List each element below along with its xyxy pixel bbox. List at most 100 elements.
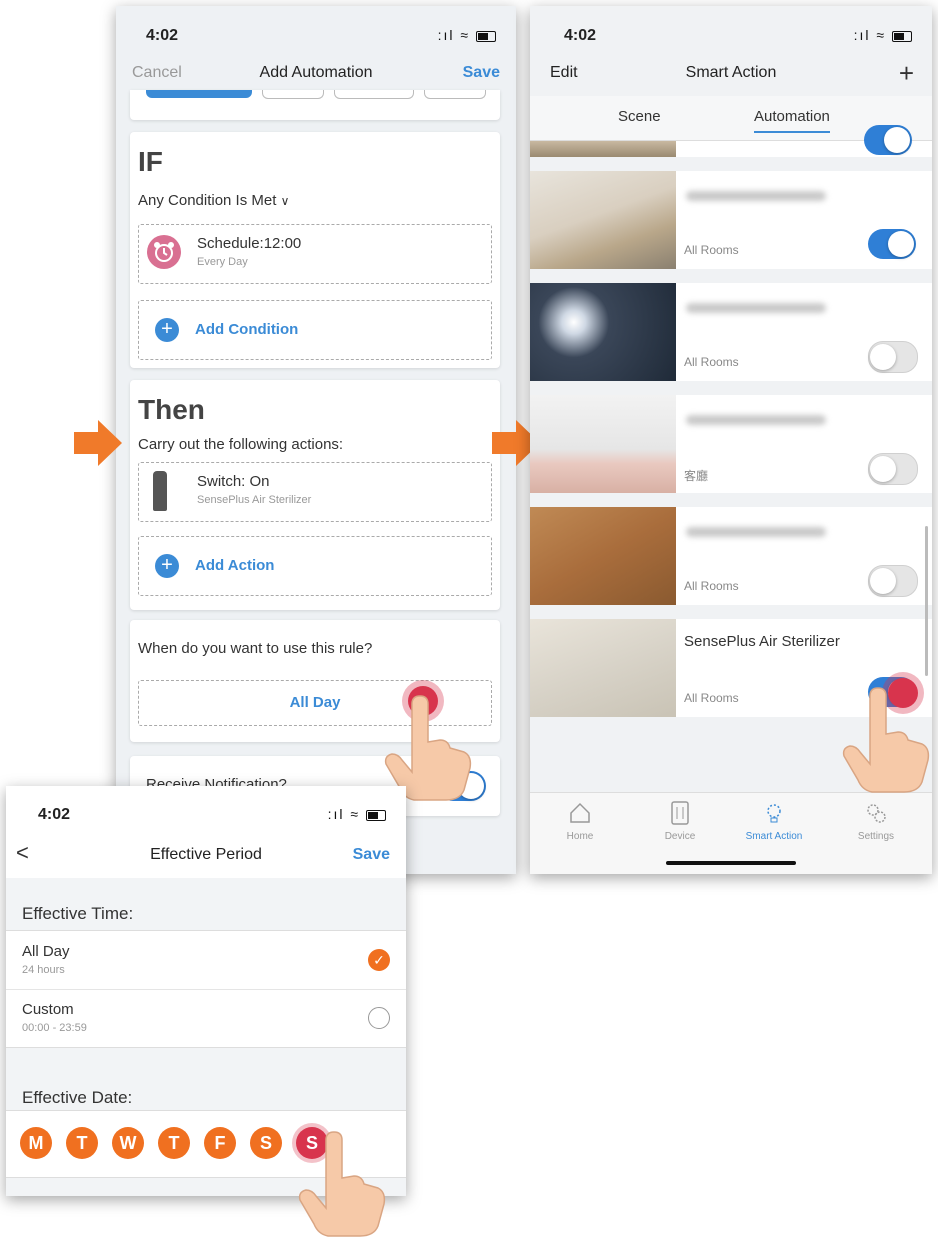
day-saturday[interactable]: S — [250, 1127, 282, 1159]
home-indicator — [666, 861, 796, 865]
tab-automation[interactable]: Automation — [754, 108, 830, 133]
page-title: Smart Action — [685, 64, 777, 81]
item-room: All Rooms — [684, 355, 739, 369]
action-item[interactable]: Switch: On SensePlus Air Sterilizer — [138, 462, 492, 522]
device-icon — [671, 801, 689, 825]
if-heading: IF — [138, 146, 163, 177]
status-icons: :ıl ≈ — [328, 806, 386, 822]
checkmark-icon: ✓ — [368, 949, 390, 971]
list-item[interactable]: All Rooms — [530, 283, 932, 381]
scene-thumbnail — [530, 171, 676, 269]
top-segment-card — [130, 90, 500, 120]
status-time: 4:02 — [38, 806, 71, 823]
option-all-day[interactable]: All Day 24 hours ✓ — [6, 931, 406, 990]
schedule-condition[interactable]: Schedule:12:00 Every Day — [138, 224, 492, 284]
then-heading: Then — [138, 394, 205, 425]
add-condition-label: Add Condition — [195, 321, 299, 338]
status-icons: :ıl ≈ — [854, 27, 912, 43]
schedule-subtitle: Every Day — [197, 256, 248, 268]
segment-option[interactable] — [334, 90, 414, 99]
alarm-clock-icon — [147, 235, 181, 269]
item-room: All Rooms — [684, 579, 739, 593]
item-room: 客廳 — [684, 469, 709, 483]
then-subtitle: Carry out the following actions: — [138, 436, 344, 453]
tab-scene[interactable]: Scene — [618, 108, 661, 125]
action-title: Switch: On — [197, 473, 270, 490]
plus-icon: + — [155, 554, 179, 578]
day-wednesday[interactable]: W — [112, 1127, 144, 1159]
blurred-title — [686, 527, 826, 537]
radio-empty-icon — [368, 1007, 390, 1029]
scene-thumbnail — [530, 141, 676, 157]
automation-toggle[interactable] — [868, 453, 918, 485]
air-sterilizer-icon — [153, 471, 167, 511]
day-thursday[interactable]: T — [158, 1127, 190, 1159]
effective-date-heading: Effective Date: — [22, 1088, 133, 1107]
action-subtitle: SensePlus Air Sterilizer — [197, 494, 312, 506]
scene-thumbnail — [530, 507, 676, 605]
add-action-label: Add Action — [195, 557, 275, 574]
save-button[interactable]: Save — [353, 846, 390, 864]
tab-device[interactable]: Device — [640, 801, 720, 851]
tab-home-label: Home — [566, 831, 594, 842]
status-icons: :ıl ≈ — [438, 27, 496, 43]
page-title: Add Automation — [259, 64, 373, 81]
status-time: 4:02 — [564, 27, 597, 44]
scrollbar[interactable] — [925, 526, 928, 676]
gear-icon — [867, 804, 886, 823]
blurred-title — [686, 191, 826, 201]
tab-smart-action[interactable]: Smart Action — [734, 801, 814, 851]
option-label: Custom — [22, 1001, 74, 1018]
page-title: Effective Period — [150, 846, 262, 863]
chevron-down-icon: ∨ — [280, 194, 290, 208]
then-card: Then Carry out the following actions: Sw… — [130, 380, 500, 610]
tap-hand-icon — [298, 1131, 386, 1237]
if-card: IF Any Condition Is Met ∨ Schedule:12:00… — [130, 132, 500, 368]
automation-toggle[interactable] — [868, 341, 918, 373]
segment-selected[interactable] — [146, 90, 252, 98]
automation-toggle[interactable] — [864, 125, 912, 155]
tab-home[interactable]: Home — [540, 801, 620, 851]
schedule-title: Schedule:12:00 — [197, 235, 302, 252]
day-tuesday[interactable]: T — [66, 1127, 98, 1159]
battery-icon — [476, 30, 496, 42]
add-button[interactable]: + — [899, 58, 914, 89]
day-friday[interactable]: F — [204, 1127, 236, 1159]
list-item-partial[interactable] — [530, 125, 932, 157]
battery-icon — [892, 30, 912, 42]
navbar: < Effective Period Save — [6, 836, 406, 878]
tab-settings-label: Settings — [857, 831, 895, 842]
tab-smart-action-label: Smart Action — [745, 831, 803, 842]
list-item[interactable]: 客廳 — [530, 395, 932, 493]
effective-time-heading: Effective Time: — [22, 904, 134, 923]
add-condition-button[interactable]: + Add Condition — [138, 300, 492, 360]
automation-toggle[interactable] — [868, 565, 918, 597]
save-button[interactable]: Save — [463, 64, 500, 82]
day-monday[interactable]: M — [20, 1127, 52, 1159]
battery-icon — [366, 809, 386, 821]
tab-settings[interactable]: Settings — [836, 801, 916, 851]
time-options: All Day 24 hours ✓ Custom 00:00 - 23:59 — [6, 930, 406, 1048]
item-title: SensePlus Air Sterilizer — [684, 633, 840, 650]
option-custom[interactable]: Custom 00:00 - 23:59 — [6, 989, 406, 1047]
blurred-title — [686, 303, 826, 313]
home-icon — [570, 802, 590, 823]
blurred-title — [686, 415, 826, 425]
segment-option[interactable] — [424, 90, 486, 99]
option-label: All Day — [22, 943, 70, 960]
add-action-button[interactable]: + Add Action — [138, 536, 492, 596]
condition-mode-label: Any Condition Is Met — [138, 192, 277, 209]
item-room: All Rooms — [684, 243, 739, 257]
condition-mode-dropdown[interactable]: Any Condition Is Met ∨ — [138, 192, 289, 209]
arrow-right-icon — [74, 420, 122, 466]
status-bar: 4:02 :ıl ≈ — [530, 6, 932, 56]
status-bar: 4:02 :ıl ≈ — [6, 786, 406, 836]
item-room: All Rooms — [684, 691, 739, 705]
list-item[interactable]: All Rooms — [530, 171, 932, 269]
option-sub: 24 hours — [22, 964, 65, 976]
segment-option[interactable] — [262, 90, 324, 99]
list-item[interactable]: All Rooms — [530, 507, 932, 605]
lightbulb-icon — [767, 804, 781, 823]
scene-thumbnail — [530, 395, 676, 493]
automation-toggle[interactable] — [868, 229, 916, 259]
